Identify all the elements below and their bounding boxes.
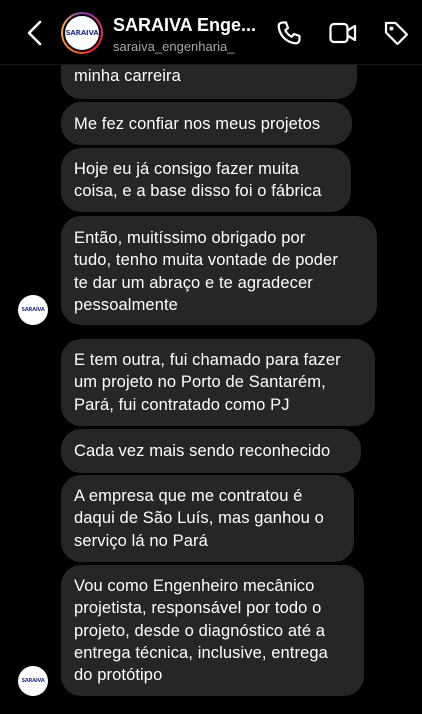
chat-header: SARAIVA SARAIVA Enge... saraiva_engenhar… <box>0 0 422 65</box>
chat-username[interactable]: saraiva_engenharia_ <box>113 39 234 54</box>
avatar-logo: SARAIVA <box>21 678 45 684</box>
avatar-logo: SARAIVA <box>21 307 45 313</box>
profile-avatar[interactable]: SARAIVA <box>61 12 103 54</box>
phone-icon[interactable] <box>275 19 303 47</box>
sender-avatar[interactable]: SARAIVA <box>18 295 48 325</box>
message-text: A empresa que me contratou é daqui de Sã… <box>74 487 324 550</box>
message-bubble[interactable]: Me fez confiar nos meus projetos <box>61 102 352 145</box>
sender-avatar[interactable]: SARAIVA <box>18 666 48 696</box>
message-bubble[interactable]: Vou como Engenheiro mecânico projetista,… <box>61 565 364 696</box>
message-text: Vou como Engenheiro mecânico projetista,… <box>74 577 328 685</box>
message-thread[interactable]: minha carreira Me fez confiar nos meus p… <box>0 0 422 714</box>
message-text: Me fez confiar nos meus projetos <box>74 115 321 133</box>
message-text: Cada vez mais sendo reconhecido <box>74 442 331 460</box>
message-bubble[interactable]: Hoje eu já consigo fazer muita coisa, e … <box>61 148 351 212</box>
message-text: E tem outra, fui chamado para fazer um p… <box>74 351 341 414</box>
avatar-logo: SARAIVA <box>65 29 99 37</box>
message-text: Hoje eu já consigo fazer muita coisa, e … <box>74 160 322 201</box>
video-camera-icon[interactable] <box>328 19 358 47</box>
tag-icon[interactable] <box>382 19 410 47</box>
chevron-left-icon[interactable] <box>22 19 48 47</box>
message-text: minha carreira <box>74 67 181 85</box>
message-bubble[interactable]: Então, muitíssimo obrigado por tudo, ten… <box>61 216 377 325</box>
chat-title[interactable]: SARAIVA Enge... <box>113 15 256 36</box>
message-bubble[interactable]: E tem outra, fui chamado para fazer um p… <box>61 339 375 426</box>
message-text: Então, muitíssimo obrigado por tudo, ten… <box>74 229 338 314</box>
message-bubble[interactable]: Cada vez mais sendo reconhecido <box>61 429 361 473</box>
message-bubble[interactable]: A empresa que me contratou é daqui de Sã… <box>61 475 354 562</box>
